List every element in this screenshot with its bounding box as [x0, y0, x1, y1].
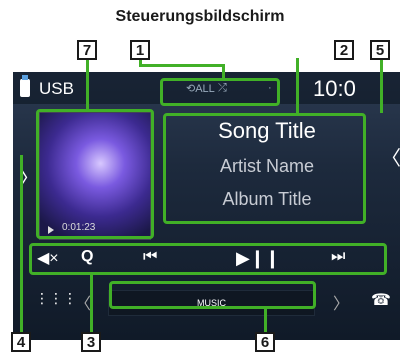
callout-label-6: 6: [255, 332, 275, 352]
phone-icon[interactable]: ☎: [371, 290, 391, 310]
callout-label-4: 4: [11, 332, 31, 352]
callout-line-1v: [222, 64, 225, 80]
menu-grid-icon[interactable]: ⋮⋮⋮: [35, 290, 77, 307]
callout-line-1h: [139, 64, 224, 67]
source-label[interactable]: USB: [39, 79, 74, 99]
callout-label-1: 1: [130, 40, 150, 60]
callout-line-4: [20, 155, 23, 333]
callout-box-track-info: [163, 113, 366, 224]
clock: 10:0: [313, 76, 356, 101]
callout-label-7: 7: [77, 40, 97, 60]
bottom-right-chevron-icon[interactable]: 〉: [333, 290, 349, 314]
callout-label-3: 3: [81, 332, 101, 352]
callout-label-5: 5: [370, 40, 390, 60]
right-panel-chevron-icon[interactable]: 〈: [381, 142, 400, 171]
callout-box-music: [109, 281, 316, 309]
callout-line-5: [380, 58, 383, 113]
bottom-left-chevron-icon[interactable]: 〈: [75, 290, 91, 314]
callout-box-controls: [29, 243, 387, 275]
callout-line-6: [264, 306, 267, 332]
callout-box-status: [160, 78, 280, 106]
callout-label-2: 2: [334, 40, 354, 60]
callout-line-3: [90, 272, 93, 332]
usb-icon: [20, 75, 30, 97]
callout-box-artwork: [36, 109, 154, 239]
page-heading: Steuerungsbildschirm: [115, 8, 285, 25]
callout-line-2: [296, 58, 299, 113]
callout-line-7: [86, 58, 89, 111]
